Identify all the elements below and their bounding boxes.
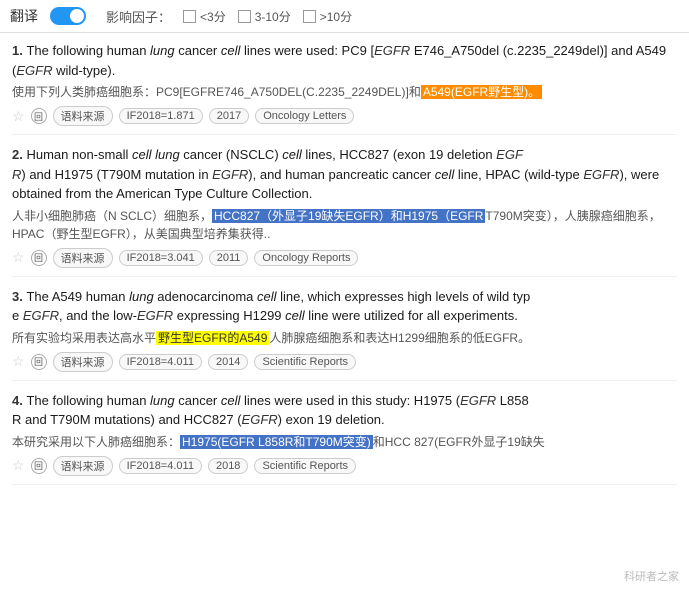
result-english-1: 1. The following human lung cancer cell … bbox=[12, 41, 677, 80]
star-icon-4[interactable]: ☆ bbox=[12, 457, 25, 474]
circle-icon-3[interactable]: 回 bbox=[31, 354, 47, 370]
cell-italic-1: cell bbox=[221, 43, 241, 58]
filter-label-3: >10分 bbox=[320, 8, 352, 25]
badge-year-4: 2018 bbox=[208, 458, 248, 474]
star-icon-2[interactable]: ☆ bbox=[12, 249, 25, 266]
egfr-italic-2b: EGFR bbox=[212, 167, 248, 182]
badge-year-1: 2017 bbox=[209, 108, 249, 124]
lung-italic-1: lung bbox=[150, 43, 175, 58]
badge-if-4: IF2018=4.011 bbox=[119, 458, 202, 474]
filter-item-1[interactable]: <3分 bbox=[183, 8, 226, 25]
result-chinese-1: 使用下列人类肺癌细胞系：PC9[EGFRE746_A750DEL(C.2235_… bbox=[12, 83, 677, 101]
translate-toggle[interactable] bbox=[50, 7, 86, 25]
result-item: 1. The following human lung cancer cell … bbox=[12, 41, 677, 135]
badge-journal-1: Oncology Letters bbox=[255, 108, 354, 124]
watermark: 科研者之家 bbox=[624, 568, 679, 584]
influence-label: 影响因子： bbox=[106, 7, 171, 26]
result-item-3: 3. The A549 human lung adenocarcinoma ce… bbox=[12, 287, 677, 381]
cell-italic-4: cell bbox=[221, 393, 241, 408]
result-number-3: 3. bbox=[12, 289, 26, 304]
badge-journal-4: Scientific Reports bbox=[254, 458, 356, 474]
cell-italic-2: cell bbox=[132, 147, 152, 162]
checkbox-1[interactable] bbox=[183, 10, 196, 23]
main-content: 1. The following human lung cancer cell … bbox=[0, 33, 689, 503]
lung-italic-3: lung bbox=[129, 289, 154, 304]
circle-icon-2[interactable]: 回 bbox=[31, 250, 47, 266]
highlight-hcc827-2: HCC827（外显子19缺失EGFR）和H1975（EGFR bbox=[212, 209, 485, 223]
result-english-3: 3. The A549 human lung adenocarcinoma ce… bbox=[12, 287, 677, 326]
result-english-2: 2. Human non-small cell lung cancer (NSC… bbox=[12, 145, 677, 204]
star-icon-1[interactable]: ☆ bbox=[12, 108, 25, 125]
cell-italic-3: cell bbox=[257, 289, 277, 304]
star-icon-3[interactable]: ☆ bbox=[12, 353, 25, 370]
result-number-2: 2. bbox=[12, 147, 26, 162]
badge-source-4: 语料来源 bbox=[53, 456, 113, 476]
top-bar: 翻译 影响因子： <3分 3-10分 >10分 bbox=[0, 0, 689, 33]
result-chinese-2: 人非小细胞肺癌（N SCLC）细胞系，HCC827（外显子19缺失EGFR）和H… bbox=[12, 207, 677, 243]
filter-item-3[interactable]: >10分 bbox=[303, 8, 352, 25]
filter-label-1: <3分 bbox=[200, 8, 226, 25]
result-number-4: 4. bbox=[12, 393, 26, 408]
badge-if-1: IF2018=1.871 bbox=[119, 108, 203, 124]
badge-year-2: 2011 bbox=[209, 250, 249, 266]
translate-label: 翻译 bbox=[10, 6, 38, 26]
badge-journal-3: Scientific Reports bbox=[254, 354, 356, 370]
meta-row-1: ☆ 回 语料来源 IF2018=1.871 2017 Oncology Lett… bbox=[12, 106, 677, 126]
result-english-4: 4. The following human lung cancer cell … bbox=[12, 391, 677, 430]
lung-italic-2: lung bbox=[155, 147, 180, 162]
result-chinese-3: 所有实验均采用表达高水平野生型EGFR的A549人肺腺癌细胞系和表达H1299细… bbox=[12, 329, 677, 347]
egfr-italic-3a: EGFR bbox=[23, 308, 59, 323]
badge-journal-2: Oncology Reports bbox=[254, 250, 358, 266]
highlight-egfr-3: 野生型EGFR的A549 bbox=[156, 331, 269, 345]
highlight-a549-1: A549(EGFR野生型)。 bbox=[421, 85, 542, 99]
egfr-italic-1b: EGFR bbox=[16, 63, 52, 78]
filter-label-2: 3-10分 bbox=[255, 8, 291, 25]
badge-if-3: IF2018=4.011 bbox=[119, 354, 202, 370]
result-item-2: 2. Human non-small cell lung cancer (NSC… bbox=[12, 145, 677, 277]
egfr-italic-2c: EGFR bbox=[583, 167, 619, 182]
checkbox-2[interactable] bbox=[238, 10, 251, 23]
result-item-4: 4. The following human lung cancer cell … bbox=[12, 391, 677, 485]
meta-row-2: ☆ 回 语料来源 IF2018=3.041 2011 Oncology Repo… bbox=[12, 248, 677, 268]
badge-source-2: 语料来源 bbox=[53, 248, 113, 268]
circle-icon-4[interactable]: 回 bbox=[31, 458, 47, 474]
cell-italic-2b: cell bbox=[282, 147, 302, 162]
badge-year-3: 2014 bbox=[208, 354, 248, 370]
egfr-italic-4a: EGFR bbox=[460, 393, 496, 408]
filter-item-2[interactable]: 3-10分 bbox=[238, 8, 291, 25]
circle-icon-1[interactable]: 回 bbox=[31, 108, 47, 124]
checkbox-3[interactable] bbox=[303, 10, 316, 23]
result-number-1: 1. bbox=[12, 43, 26, 58]
meta-row-4: ☆ 回 语料来源 IF2018=4.011 2018 Scientific Re… bbox=[12, 456, 677, 476]
egfr-italic-3b: EGFR bbox=[137, 308, 173, 323]
cell-italic-2c: cell bbox=[435, 167, 455, 182]
badge-source-3: 语料来源 bbox=[53, 352, 113, 372]
egfr-italic-1a: EGFR bbox=[374, 43, 410, 58]
badge-if-2: IF2018=3.041 bbox=[119, 250, 203, 266]
lung-italic-4: lung bbox=[150, 393, 175, 408]
badge-source-1: 语料来源 bbox=[53, 106, 113, 126]
cell-italic-3b: cell bbox=[285, 308, 305, 323]
meta-row-3: ☆ 回 语料来源 IF2018=4.011 2014 Scientific Re… bbox=[12, 352, 677, 372]
result-chinese-4: 本研究采用以下人肺癌细胞系：H1975(EGFR L858R和T790M突变)和… bbox=[12, 433, 677, 451]
egfr-italic-4b: EGFR bbox=[242, 412, 278, 427]
highlight-h1975-4: H1975(EGFR L858R和T790M突变) bbox=[180, 435, 373, 449]
